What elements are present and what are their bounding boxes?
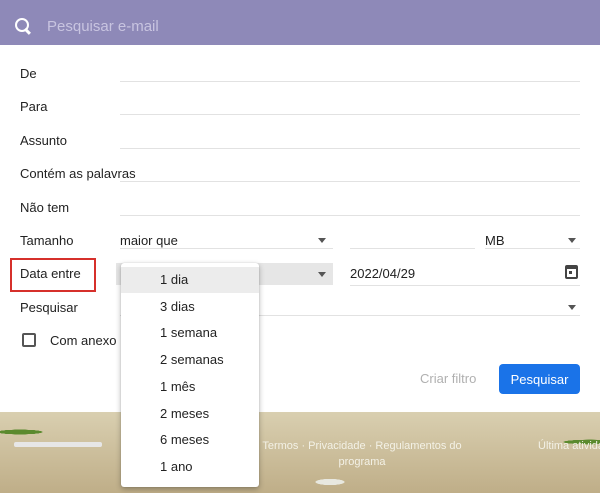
size-operator-value: maior que <box>120 233 178 248</box>
to-field[interactable] <box>120 94 580 114</box>
date-menu-item[interactable]: 2 semanas <box>121 347 259 373</box>
size-label: Tamanho <box>20 233 74 248</box>
to-label: Para <box>20 99 48 114</box>
date-menu-item[interactable]: 1 semana <box>121 320 259 346</box>
subject-field[interactable] <box>120 128 580 148</box>
search-input[interactable] <box>47 18 467 35</box>
size-unit-underline <box>485 248 580 249</box>
not-have-field[interactable] <box>120 195 580 215</box>
date-field[interactable]: 2022/04/29 <box>350 266 415 281</box>
date-underline <box>350 285 580 286</box>
date-menu-item[interactable]: 1 ano <box>121 454 259 480</box>
date-range-menu: 1 dia 3 dias 1 semana 2 semanas 1 mês 2 meses… <box>121 263 259 487</box>
attachment-checkbox[interactable] <box>22 333 36 347</box>
date-menu-item[interactable]: 2 meses <box>121 401 259 427</box>
from-label: De <box>20 66 37 81</box>
subject-underline <box>120 148 580 149</box>
chevron-down-icon <box>318 238 326 243</box>
size-value-field[interactable] <box>350 228 475 248</box>
from-underline <box>120 81 580 82</box>
footer-links[interactable]: Termos · Privacidade · Regulamentos do p… <box>262 438 462 470</box>
search-icon[interactable] <box>15 17 33 36</box>
attachment-label: Com anexo <box>50 333 117 348</box>
search-in-label: Pesquisar <box>20 300 78 315</box>
size-value-underline <box>350 248 475 249</box>
chevron-down-icon <box>318 272 326 277</box>
has-words-label: Contém as palavras <box>20 166 136 181</box>
chevron-down-icon <box>568 238 576 243</box>
size-unit-value: MB <box>485 233 505 248</box>
date-menu-item[interactable]: 6 meses <box>121 427 259 453</box>
date-menu-item[interactable]: 1 dia <box>121 267 259 293</box>
storage-bar <box>14 442 102 447</box>
calendar-icon[interactable] <box>565 265 578 279</box>
search-bar <box>0 8 600 45</box>
subject-label: Assunto <box>20 133 67 148</box>
has-words-field[interactable] <box>126 161 580 181</box>
size-operator-underline <box>120 248 333 249</box>
search-button[interactable]: Pesquisar <box>499 364 580 394</box>
date-label: Data entre <box>20 266 81 281</box>
not-have-underline <box>120 215 580 216</box>
create-filter-button[interactable]: Criar filtro <box>420 371 476 386</box>
chevron-down-icon <box>568 305 576 310</box>
not-have-label: Não tem <box>20 200 70 215</box>
advanced-search-panel: De Para Assunto Contém as palavras Não t… <box>0 45 600 412</box>
has-words-underline <box>120 181 580 182</box>
footer-last-activity[interactable]: Última atividade <box>538 438 600 454</box>
date-menu-item[interactable]: 1 mês <box>121 374 259 400</box>
date-menu-item[interactable]: 3 dias <box>121 294 259 320</box>
to-underline <box>120 114 580 115</box>
from-field[interactable] <box>120 61 580 81</box>
